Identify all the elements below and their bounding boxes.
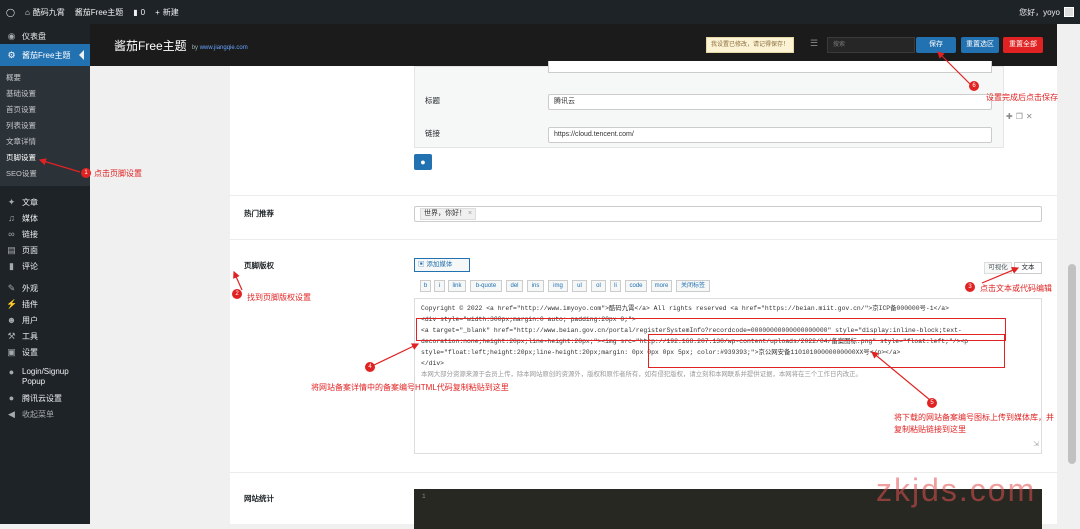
step-marker-6: 6 [969,81,979,91]
annotation-4: 将网站备案详情中的备案编号HTML代码复制粘贴到这里 [311,383,509,392]
arrow-6 [937,51,973,87]
annotation-arrows [38,51,1020,401]
scrollbar-thumb[interactable] [1068,264,1076,464]
step-marker-4: 4 [365,362,375,372]
watermark-text: zkjds.com [876,472,1037,508]
page-scrollbar[interactable] [1064,24,1080,524]
step-marker-3: 3 [965,282,975,292]
annotation-1: 点击页脚设置 [94,169,142,178]
arrow-1 [38,158,81,173]
arrow-4 [371,343,420,367]
step-marker-1: 1 [81,168,91,178]
arrow-5 [871,351,931,401]
arrow-2 [233,270,243,291]
step-marker-5: 5 [927,398,937,408]
arrow-3 [981,266,1020,284]
annotation-5-line1: 将下载的网站备案编号图标上传到媒体库，并 [894,413,1054,422]
annotation-2: 找到页脚版权设置 [247,293,311,302]
annotation-5-line2: 复制粘贴链接到这里 [894,425,966,434]
annotation-3: 点击文本或代码编辑 [980,284,1052,293]
step-marker-2: 2 [232,289,242,299]
annotation-6: 设置完成后点击保存 [986,93,1058,102]
